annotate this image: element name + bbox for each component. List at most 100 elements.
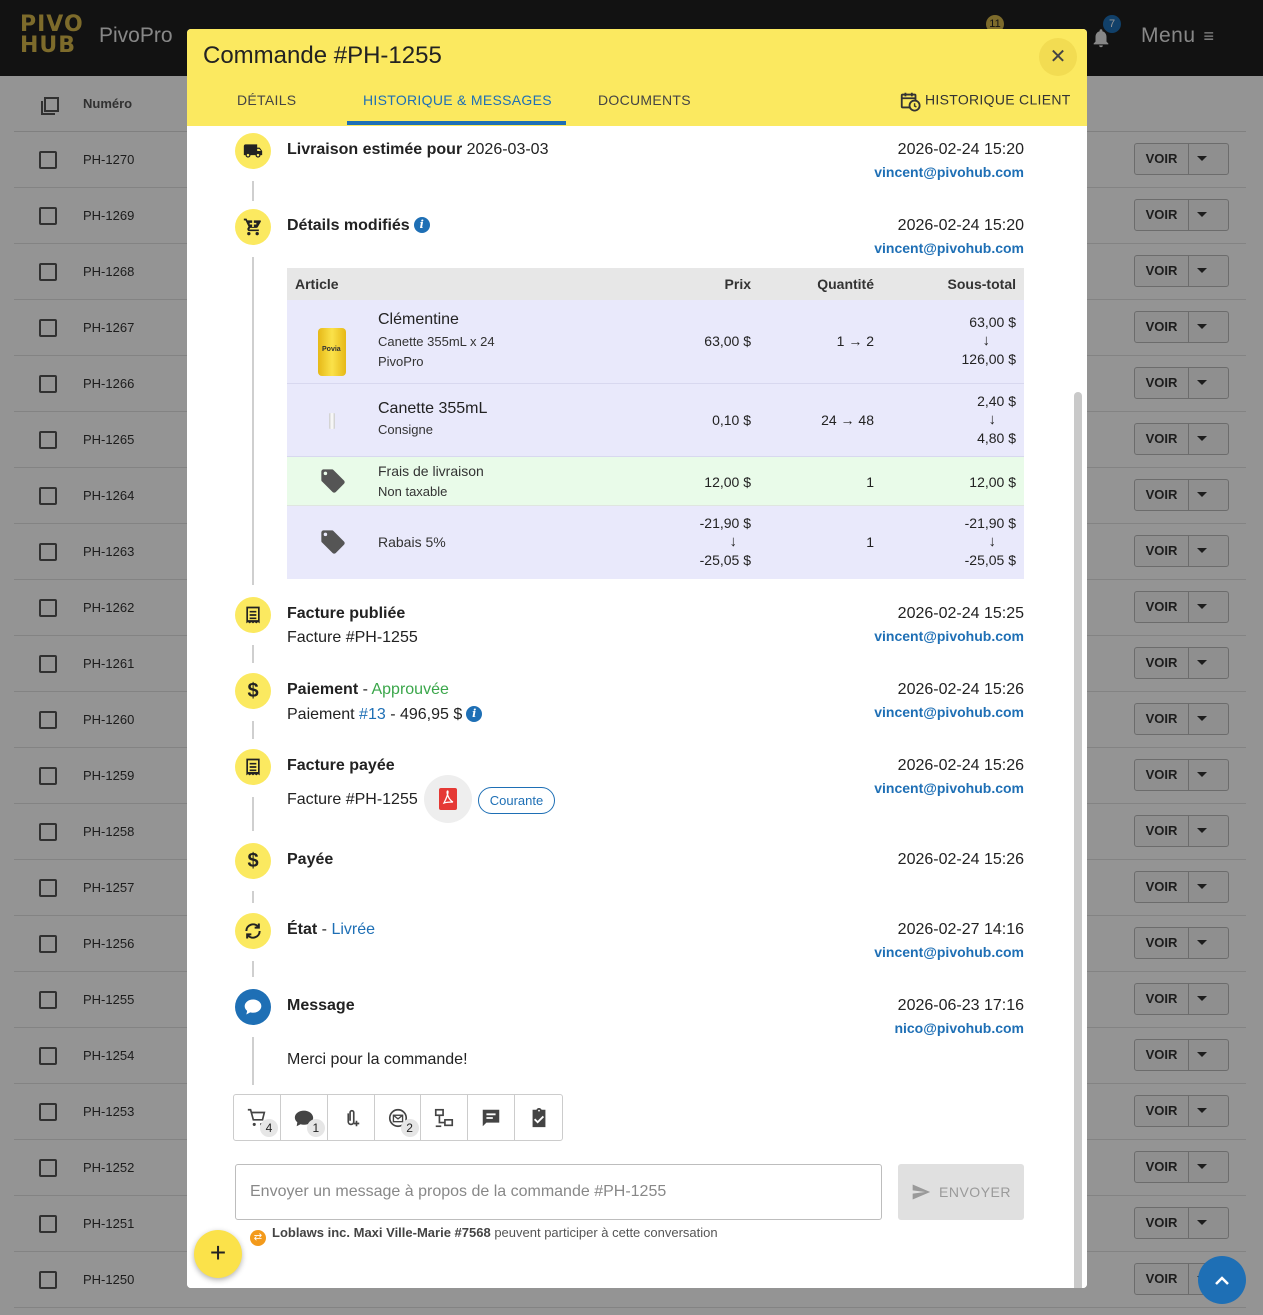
dollar-icon: $ <box>235 673 271 709</box>
item-name: Frais de livraison <box>378 463 484 479</box>
item-subtotal: 63,00 $ ↓ 126,00 $ <box>962 311 1017 370</box>
message-input[interactable] <box>235 1164 882 1220</box>
event-user-link[interactable]: vincent@pivohub.com <box>874 944 1024 960</box>
event-title: Facture publiée <box>287 605 405 623</box>
col-article: Article <box>295 276 339 292</box>
filter-tasks-button[interactable] <box>515 1095 562 1140</box>
event-sep: - <box>358 681 372 698</box>
timeline-connector <box>252 257 254 585</box>
details-table: Article Prix Quantité Sous-total Povia C… <box>287 268 1024 579</box>
truck-icon <box>235 133 271 169</box>
event-user-link[interactable]: vincent@pivohub.com <box>874 240 1024 256</box>
filter-notes-button[interactable] <box>468 1095 516 1140</box>
subtotal-to: -25,05 $ <box>964 552 1016 568</box>
filter-cart-button[interactable]: 4 <box>234 1095 281 1140</box>
participants-name: Loblaws inc. Maxi Ville-Marie #7568 <box>272 1225 491 1240</box>
order-modal: Commande #PH-1255 ✕ DÉTAILS HISTORIQUE &… <box>187 29 1087 1288</box>
event-title: Payée <box>287 851 333 869</box>
arrow-down-icon: ↓ <box>988 411 997 428</box>
event-title: Message <box>287 997 355 1015</box>
event-user-link[interactable]: vincent@pivohub.com <box>874 704 1024 720</box>
item-name: Canette 355mL <box>378 400 488 417</box>
tab-details[interactable]: DÉTAILS <box>237 92 296 108</box>
add-button[interactable]: + <box>194 1230 242 1278</box>
can-label: Povia <box>322 346 341 353</box>
subtotal-to: 4,80 $ <box>977 430 1016 446</box>
item-subtotal: 2,40 $ ↓ 4,80 $ <box>977 390 1016 449</box>
tag-icon <box>321 530 345 554</box>
pdf-icon <box>438 788 457 810</box>
payment-link[interactable]: #13 <box>359 706 386 723</box>
send-button[interactable]: ENVOYER <box>898 1164 1024 1220</box>
note-icon <box>482 1109 500 1126</box>
event-date: 2026-02-24 15:26 <box>897 851 1024 868</box>
event-title: Paiement - Approuvée <box>287 681 449 699</box>
info-icon[interactable]: i <box>413 217 430 233</box>
item-price: 63,00 $ <box>704 333 751 349</box>
item-qty: 1 <box>866 534 874 550</box>
event-user-link[interactable]: vincent@pivohub.com <box>874 780 1024 796</box>
event-title-label: Message <box>287 997 355 1014</box>
filter-transfer-button[interactable] <box>421 1095 469 1140</box>
close-icon: ✕ <box>1049 46 1067 68</box>
item-qty: 1 <box>866 474 874 490</box>
filter-attachments-button[interactable] <box>328 1095 375 1140</box>
client-history-button[interactable]: HISTORIQUE CLIENT <box>899 90 1071 112</box>
filter-email-button[interactable]: 2 <box>375 1095 422 1140</box>
item-name: Clémentine <box>378 311 459 328</box>
timeline-connector <box>252 181 254 201</box>
timeline-connector <box>252 721 254 739</box>
product-image: Povia <box>318 328 346 376</box>
subtotal-from: 2,40 $ <box>977 393 1016 409</box>
event-title: Facture payée <box>287 757 395 775</box>
calendar-clock-icon <box>900 92 921 112</box>
message-body: Merci pour la commande! <box>287 1051 468 1068</box>
tab-documents[interactable]: DOCUMENTS <box>598 92 691 108</box>
status-chip: Courante <box>477 786 556 814</box>
client-history-label: HISTORIQUE CLIENT <box>925 91 1071 108</box>
arrow-down-icon: ↓ <box>729 533 738 550</box>
event-user-link[interactable]: vincent@pivohub.com <box>874 628 1024 644</box>
scroll-top-button[interactable] <box>1198 1256 1246 1304</box>
price-from: -21,90 $ <box>699 515 751 531</box>
qty-from: 24 <box>821 412 837 428</box>
tab-history-messages[interactable]: HISTORIQUE & MESSAGES <box>363 92 552 108</box>
clipboard-check-icon <box>532 1107 545 1127</box>
item-sub: PivoPro <box>378 354 424 369</box>
filter-comments-button[interactable]: 1 <box>281 1095 328 1140</box>
message-icon <box>235 989 271 1025</box>
item-sub: Non taxable <box>378 484 448 499</box>
scrollbar[interactable] <box>1074 392 1082 1288</box>
invoice-label: Facture #PH-1255 <box>287 791 418 809</box>
event-title-label: Facture payée <box>287 757 395 774</box>
info-icon[interactable]: i <box>466 706 483 722</box>
event-title-value: 2026-03-03 <box>466 141 549 158</box>
plus-icon: + <box>209 1237 227 1268</box>
close-button[interactable]: ✕ <box>1039 38 1077 76</box>
payment-status: Approuvée <box>371 681 449 698</box>
participants-note: ⇄ Loblaws inc. Maxi Ville-Marie #7568 peu… <box>250 1225 718 1246</box>
payment-amount: - 496,95 $ <box>385 706 463 723</box>
event-user-link[interactable]: nico@pivohub.com <box>894 1020 1024 1036</box>
arrow-right-icon: → <box>840 412 855 428</box>
event-date: 2026-02-24 15:20 <box>897 141 1024 158</box>
dollar-icon: $ <box>235 843 271 879</box>
table-row: Frais de livraison Non taxable 12,00 $ 1… <box>287 457 1024 506</box>
pdf-button[interactable] <box>423 775 472 823</box>
modal-title: Commande #PH-1255 <box>203 42 442 69</box>
sync-icon <box>235 913 271 949</box>
event-date: 2026-02-24 15:20 <box>897 217 1024 234</box>
timeline-connector <box>252 645 254 663</box>
arrow-down-icon: ↓ <box>982 332 991 349</box>
event-user-link[interactable]: vincent@pivohub.com <box>874 164 1024 180</box>
timeline-connector <box>252 797 254 831</box>
event-title-label: Payée <box>287 851 334 868</box>
arrow-right-icon: → <box>848 333 863 349</box>
event-date: 2026-02-27 14:16 <box>897 921 1024 938</box>
details-table-header: Article Prix Quantité Sous-total <box>287 268 1024 300</box>
product-image <box>329 413 335 429</box>
event-title: Livraison estimée pour 2026-03-03 <box>287 141 548 159</box>
receipt-icon <box>235 749 271 785</box>
col-quantite: Quantité <box>817 276 874 292</box>
organization-icon: ⇄ <box>250 1230 266 1246</box>
